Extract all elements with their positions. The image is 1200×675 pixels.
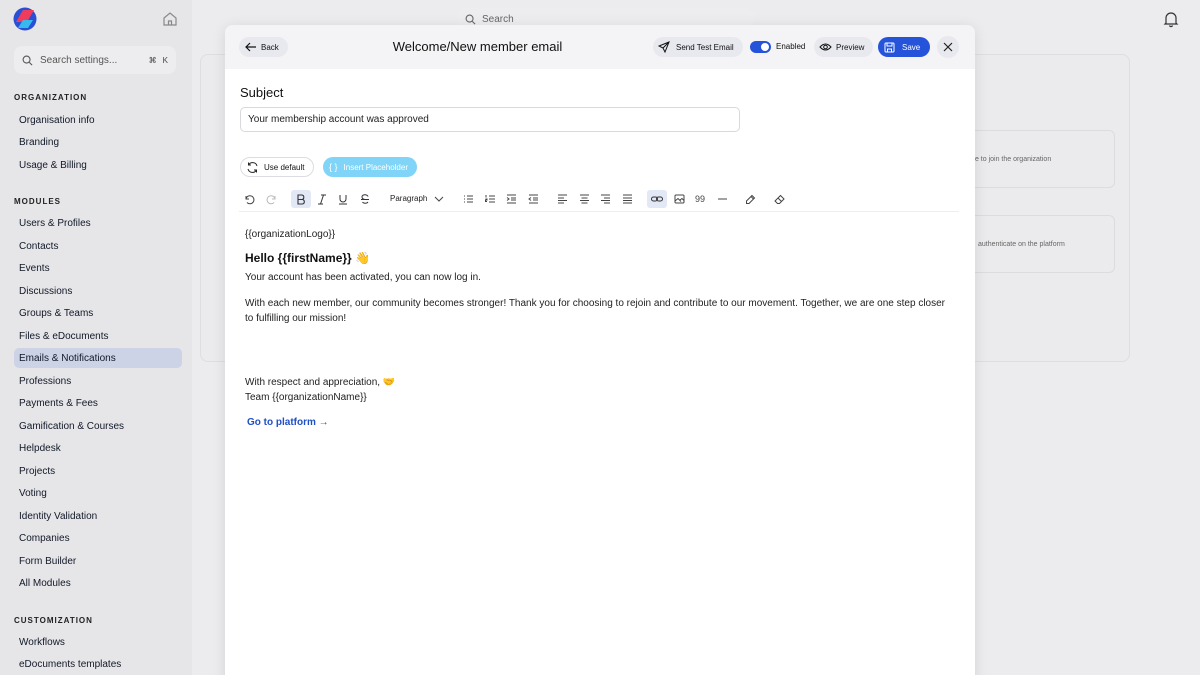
signoff-line: With respect and appreciation, 🤝 — [245, 377, 396, 388]
sidebar-item-workflows[interactable]: Workflows — [14, 632, 182, 652]
insert-placeholder-label: Insert Placeholder — [343, 162, 408, 172]
sidebar-item-discussions[interactable]: Discussions — [14, 281, 182, 301]
sidebar-item-groups-teams[interactable]: Groups & Teams — [14, 303, 182, 323]
subject-label: Subject — [240, 85, 284, 100]
enabled-toggle[interactable] — [750, 41, 771, 53]
close-button[interactable] — [937, 36, 959, 58]
italic-icon[interactable] — [313, 190, 331, 208]
section-title-modules: MODULES — [14, 197, 61, 206]
sidebar-item-edocuments-templates[interactable]: eDocuments templates — [14, 654, 182, 674]
sidebar-item-identity-validation[interactable]: Identity Validation — [14, 506, 182, 526]
app-logo[interactable] — [12, 7, 38, 31]
blockquote-icon[interactable]: 99 — [691, 190, 709, 208]
close-icon — [943, 42, 953, 52]
braces-icon: { } — [329, 162, 338, 172]
bullet-list-icon[interactable] — [459, 190, 477, 208]
sidebar-item-gamification-courses[interactable]: Gamification & Courses — [14, 416, 182, 436]
eraser-icon[interactable] — [770, 190, 788, 208]
preview-label: Preview — [836, 42, 865, 52]
highlight-pen-icon[interactable] — [741, 190, 759, 208]
global-search-placeholder: Search — [482, 13, 514, 25]
community-paragraph: With each new member, our community beco… — [245, 298, 945, 324]
redo-icon[interactable] — [262, 190, 280, 208]
bold-icon[interactable] — [291, 190, 311, 208]
section-title-customization: CUSTOMIZATION — [14, 616, 93, 625]
use-default-button[interactable]: Use default — [240, 157, 315, 177]
sidebar-item-voting[interactable]: Voting — [14, 483, 182, 503]
greeting-heading: Hello {{firstName}} 👋 — [245, 251, 370, 265]
go-to-platform-link[interactable]: Go to platform → — [247, 417, 329, 428]
chevron-down-icon — [434, 196, 444, 202]
sidebar-item-contacts[interactable]: Contacts — [14, 236, 182, 256]
align-left-icon[interactable] — [553, 190, 571, 208]
refresh-icon — [247, 161, 258, 173]
outdent-icon[interactable] — [524, 190, 542, 208]
sidebar-item-helpdesk[interactable]: Helpdesk — [14, 438, 182, 458]
horizontal-rule-icon[interactable] — [713, 190, 731, 208]
align-center-icon[interactable] — [575, 190, 593, 208]
logo-placeholder: {{organizationLogo}} — [245, 229, 336, 240]
numbered-list-icon[interactable] — [481, 190, 499, 208]
paragraph-style-select[interactable]: Paragraph — [390, 194, 427, 203]
shortcut-cmd: ⌘ — [148, 55, 157, 65]
search-icon — [22, 55, 33, 65]
align-justify-icon[interactable] — [618, 190, 636, 208]
sidebar-item-events[interactable]: Events — [14, 258, 182, 278]
sidebar-item-organisation-info[interactable]: Organisation info — [14, 110, 182, 130]
image-icon[interactable] — [670, 190, 688, 208]
modal-header: Back Welcome/New member email Send Test … — [225, 25, 975, 69]
home-icon[interactable] — [161, 10, 179, 28]
bell-icon[interactable] — [1162, 10, 1180, 28]
section-title-organization: ORGANIZATION — [14, 93, 88, 102]
link-icon[interactable] — [647, 190, 667, 208]
strikethrough-icon[interactable] — [356, 190, 374, 208]
send-test-email-label: Send Test Email — [676, 42, 734, 52]
enabled-label: Enabled — [776, 42, 806, 51]
sidebar-item-companies[interactable]: Companies — [14, 528, 182, 548]
sidebar-item-emails-notifications[interactable]: Emails & Notifications — [14, 348, 182, 368]
use-default-label: Use default — [264, 162, 305, 172]
sidebar-item-professions[interactable]: Professions — [14, 371, 182, 391]
settings-search[interactable]: Search settings... ⌘ K — [14, 46, 176, 74]
save-label: Save — [902, 42, 921, 52]
sidebar-item-form-builder[interactable]: Form Builder — [14, 551, 182, 571]
editor-toolbar: Paragraph 99 — [239, 190, 959, 212]
sidebar-item-files-edocuments[interactable]: Files & eDocuments — [14, 326, 182, 346]
activation-line: Your account has been activated, you can… — [245, 272, 481, 283]
align-right-icon[interactable] — [596, 190, 614, 208]
email-editor-modal: Back Welcome/New member email Send Test … — [225, 25, 975, 675]
sidebar-item-projects[interactable]: Projects — [14, 461, 182, 481]
send-test-email-button[interactable]: Send Test Email — [653, 37, 743, 57]
subject-input[interactable] — [240, 107, 740, 132]
sidebar-item-branding[interactable]: Branding — [14, 132, 182, 152]
insert-placeholder-button[interactable]: { } Insert Placeholder — [323, 157, 417, 177]
sidebar-item-payments-fees[interactable]: Payments & Fees — [14, 393, 182, 413]
send-icon — [658, 41, 670, 53]
indent-icon[interactable] — [502, 190, 520, 208]
settings-sidebar: Search settings... ⌘ K ORGANIZATION Orga… — [0, 0, 192, 675]
search-icon — [465, 14, 476, 24]
sidebar-item-users-profiles[interactable]: Users & Profiles — [14, 213, 182, 233]
eye-icon — [819, 43, 832, 51]
sidebar-item-all-modules[interactable]: All Modules — [14, 573, 182, 593]
save-button[interactable]: Save — [878, 37, 931, 57]
undo-icon[interactable] — [240, 190, 258, 208]
sidebar-item-usage-billing[interactable]: Usage & Billing — [14, 155, 182, 175]
team-signature: Team {{organizationName}} — [245, 392, 367, 403]
underline-icon[interactable] — [334, 190, 352, 208]
preview-button[interactable]: Preview — [814, 37, 874, 57]
save-icon — [884, 42, 895, 52]
shortcut-key: K — [162, 55, 168, 65]
settings-search-placeholder: Search settings... — [40, 54, 118, 66]
